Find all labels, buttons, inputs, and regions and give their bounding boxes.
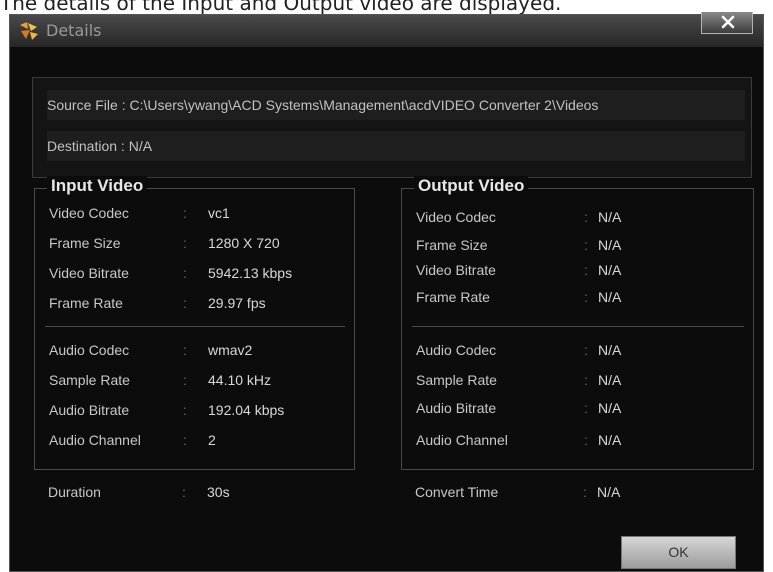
- file-info-panel: Source File : C:\Users\ywang\ACD Systems…: [32, 77, 752, 178]
- input-row-value: 2: [208, 432, 216, 448]
- output-row-value: N/A: [598, 262, 622, 278]
- destination-label: Destination :: [47, 138, 125, 154]
- row-separator: :: [183, 295, 187, 311]
- input-row-key: Audio Codec: [49, 342, 130, 358]
- input-row-key: Video Codec: [49, 205, 129, 221]
- duration-row: Duration : 30s: [48, 481, 348, 503]
- input-row-value: vc1: [208, 205, 230, 221]
- output-row-key: Video Bitrate: [416, 262, 496, 278]
- input-row-value: wmav2: [208, 342, 253, 358]
- input-video-bitrate-row: Video Bitrate : 5942.13 kbps: [49, 262, 349, 284]
- input-audio-codec-row: Audio Codec : wmav2: [49, 339, 349, 361]
- row-separator: :: [183, 342, 187, 358]
- output-row-key: Frame Rate: [416, 289, 490, 305]
- row-separator: :: [584, 289, 588, 305]
- row-separator: :: [183, 265, 187, 281]
- close-icon: [721, 15, 735, 29]
- input-row-key: Frame Rate: [49, 295, 123, 311]
- row-separator: :: [584, 432, 588, 448]
- output-row-value: N/A: [598, 237, 622, 253]
- row-separator: :: [584, 400, 588, 416]
- row-separator: :: [584, 372, 588, 388]
- section-divider: [412, 326, 744, 327]
- input-row-value: 5942.13 kbps: [208, 265, 293, 281]
- output-row-key: Frame Size: [416, 237, 488, 253]
- page-caption: The details of the Input and Output vide…: [0, 0, 562, 15]
- source-file-path: C:\Users\ywang\ACD Systems\Management\ac…: [129, 97, 599, 113]
- input-row-value: 192.04 kbps: [208, 402, 285, 418]
- output-audio-channel-row: Audio Channel : N/A: [416, 429, 716, 451]
- output-row-key: Audio Channel: [416, 432, 508, 448]
- output-audio-bitrate-row: Audio Bitrate : N/A: [416, 397, 716, 419]
- row-separator: :: [182, 484, 186, 500]
- output-sample-rate-row: Sample Rate : N/A: [416, 369, 716, 391]
- details-dialog: Details Source File : C:\Users\ywang\ACD…: [9, 12, 764, 572]
- input-audio-channel-row: Audio Channel : 2: [49, 429, 349, 451]
- output-row-value: N/A: [598, 400, 622, 416]
- source-file-row: Source File : C:\Users\ywang\ACD Systems…: [47, 90, 745, 120]
- input-row-key: Audio Channel: [49, 432, 141, 448]
- output-video-title: Output Video: [414, 176, 529, 196]
- row-separator: :: [183, 205, 187, 221]
- output-video-codec-row: Video Codec : N/A: [416, 206, 716, 228]
- duration-label: Duration: [48, 484, 101, 500]
- row-separator: :: [584, 342, 588, 358]
- output-audio-codec-row: Audio Codec : N/A: [416, 339, 716, 361]
- ok-button[interactable]: OK: [621, 536, 736, 569]
- input-sample-rate-row: Sample Rate : 44.10 kHz: [49, 369, 349, 391]
- output-row-key: Audio Bitrate: [416, 400, 497, 416]
- input-frame-size-row: Frame Size : 1280 X 720: [49, 232, 349, 254]
- output-frame-rate-row: Frame Rate : N/A: [416, 286, 716, 308]
- output-row-key: Audio Codec: [416, 342, 497, 358]
- output-row-value: N/A: [598, 209, 622, 225]
- input-video-title: Input Video: [47, 176, 148, 196]
- input-frame-rate-row: Frame Rate : 29.97 fps: [49, 292, 349, 314]
- convert-time-row: Convert Time : N/A: [415, 481, 745, 503]
- section-divider: [45, 326, 345, 327]
- input-row-key: Video Bitrate: [49, 265, 129, 281]
- output-video-group: Output Video Video Codec : N/A Frame Siz…: [401, 176, 754, 470]
- row-separator: :: [584, 262, 588, 278]
- output-row-value: N/A: [598, 289, 622, 305]
- input-row-value: 29.97 fps: [208, 295, 266, 311]
- window-title: Details: [46, 21, 102, 40]
- input-row-value: 1280 X 720: [208, 235, 280, 251]
- output-row-value: N/A: [598, 342, 622, 358]
- input-row-key: Frame Size: [49, 235, 121, 251]
- output-row-key: Video Codec: [416, 209, 496, 225]
- input-row-key: Audio Bitrate: [49, 402, 130, 418]
- input-video-group: Input Video Video Codec : vc1 Frame Size…: [34, 176, 355, 470]
- input-row-value: 44.10 kHz: [208, 372, 272, 388]
- convert-time-value: N/A: [597, 484, 621, 500]
- input-video-codec-row: Video Codec : vc1: [49, 202, 349, 224]
- row-separator: :: [583, 484, 587, 500]
- duration-value: 30s: [207, 484, 230, 500]
- row-separator: :: [183, 402, 187, 418]
- row-separator: :: [183, 432, 187, 448]
- input-audio-bitrate-row: Audio Bitrate : 192.04 kbps: [49, 399, 349, 421]
- output-frame-size-row: Frame Size : N/A: [416, 234, 716, 256]
- app-logo-icon: [18, 21, 40, 41]
- input-row-key: Sample Rate: [49, 372, 130, 388]
- row-separator: :: [183, 372, 187, 388]
- row-separator: :: [183, 235, 187, 251]
- output-row-key: Sample Rate: [416, 372, 497, 388]
- destination-value: N/A: [128, 138, 153, 154]
- destination-row: Destination : N/A: [47, 131, 745, 161]
- source-file-label: Source File :: [47, 97, 126, 113]
- convert-time-label: Convert Time: [415, 484, 499, 500]
- row-separator: :: [584, 209, 588, 225]
- output-row-value: N/A: [598, 372, 622, 388]
- output-video-bitrate-row: Video Bitrate : N/A: [416, 259, 716, 281]
- close-button[interactable]: [701, 12, 753, 34]
- row-separator: :: [584, 237, 588, 253]
- output-row-value: N/A: [598, 432, 622, 448]
- title-bar: Details: [10, 12, 763, 47]
